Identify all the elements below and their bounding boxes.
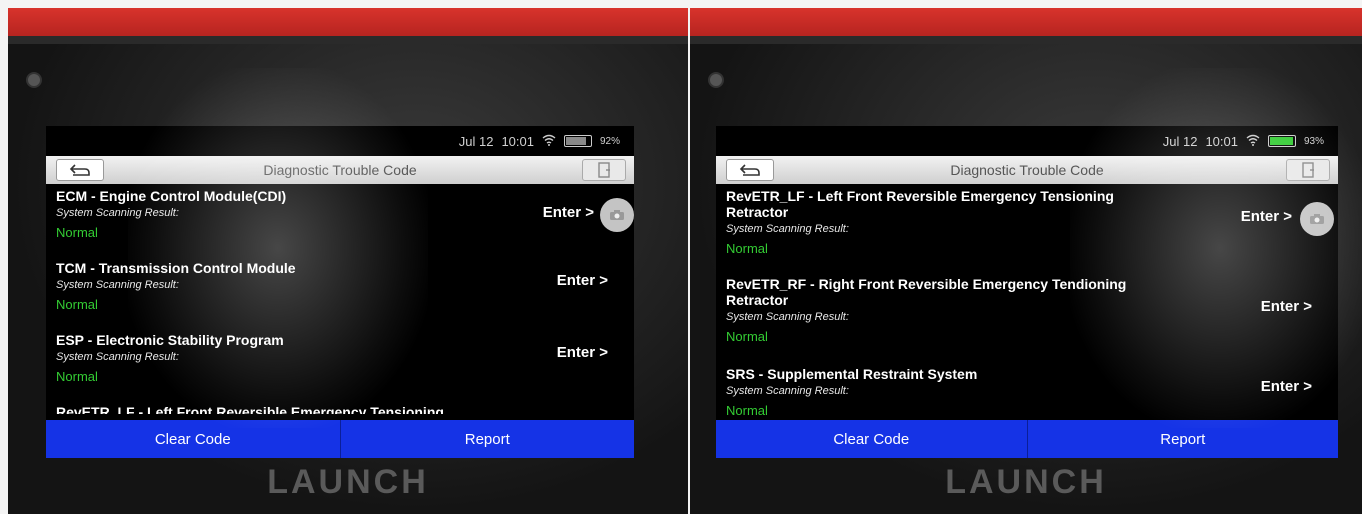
device-screen: Jul 12 10:01 92% Diagnostic Trouble Code… [46,126,634,458]
item-subtitle: System Scanning Result: [726,223,849,235]
front-camera-icon [708,72,724,88]
device-screen: Jul 12 10:01 93% Diagnostic Trouble Code… [716,126,1338,458]
title-bar: Diagnostic Trouble Code [46,156,634,184]
list-item-tcm[interactable]: TCM - Transmission Control Module System… [46,260,634,332]
right-photo: LAUNCH Jul 12 10:01 93% Diagnostic Troub… [690,8,1362,514]
list-item-srs[interactable]: SRS - Supplemental Restraint System Syst… [716,366,1338,416]
item-subtitle: System Scanning Result: [56,279,179,291]
list-item-esp[interactable]: ESP - Electronic Stability Program Syste… [46,332,634,404]
page-title: Diagnostic Trouble Code [263,162,417,178]
item-title: ECM - Engine Control Module(CDI) [56,188,287,204]
page-title: Diagnostic Trouble Code [950,162,1104,178]
brand-logo: LAUNCH [945,463,1107,501]
back-button[interactable] [56,159,104,181]
device-red-case [690,8,1362,38]
battery-level: 93% [1303,135,1324,147]
item-title: TCM - Transmission Control Module [56,260,296,276]
item-subtitle: System Scanning Result: [56,351,179,363]
status-date: Jul 12 [1162,133,1198,149]
camera-icon [1310,214,1324,224]
clear-code-button[interactable]: Clear Code [716,420,1027,458]
exit-icon [1302,162,1314,178]
item-status: Normal [726,241,768,256]
camera-icon [610,210,624,220]
item-subtitle: System Scanning Result: [726,311,849,323]
enter-button[interactable]: Enter > [1261,378,1312,395]
battery-icon [1267,135,1296,147]
item-subtitle: System Scanning Result: [726,385,849,397]
status-time: 10:01 [501,133,534,149]
screenshot-camera-button[interactable] [600,198,634,232]
module-list: ECM - Engine Control Module(CDI) System … [46,188,634,416]
back-arrow-icon [739,164,760,176]
item-status: Normal [726,329,768,344]
back-arrow-icon [69,164,90,176]
item-status: Normal [56,369,98,384]
brand-logo: LAUNCH [267,463,429,501]
wifi-icon [1246,134,1260,149]
wifi-icon [542,134,556,149]
status-date: Jul 12 [458,133,494,149]
status-bar: Jul 12 10:01 93% [1163,132,1324,150]
device-red-case [8,8,688,38]
battery-icon [563,135,592,147]
front-camera-icon [26,72,42,88]
report-button[interactable]: Report [339,420,635,458]
list-item-revetr-rf[interactable]: RevETR_RF - Right Front Reversible Emerg… [716,276,1338,366]
action-bar: Clear Code Report [46,420,634,458]
list-item-revetr-lf[interactable]: RevETR_LF - Left Front Reversible Emerge… [716,188,1338,276]
item-status: Normal [56,297,98,312]
clear-code-button[interactable]: Clear Code [46,420,340,458]
enter-button[interactable]: Enter > [543,204,594,221]
item-title: ESP - Electronic Stability Program [56,332,284,348]
back-button[interactable] [726,159,774,181]
status-time: 10:01 [1205,133,1238,149]
screenshot-camera-button[interactable] [1300,202,1334,236]
list-item-clipped[interactable]: RevETR_LF - Left Front Reversible Emerge… [46,404,634,414]
battery-level: 92% [599,135,620,147]
item-status: Normal [726,403,768,416]
item-title: RevETR_RF - Right Front Reversible Emerg… [726,276,1127,308]
item-subtitle: System Scanning Result: [56,207,179,219]
title-bar: Diagnostic Trouble Code [716,156,1338,184]
enter-button[interactable]: Enter > [1241,208,1292,225]
left-photo: LAUNCH Jul 12 10:01 92% Diagnostic Troub… [8,8,688,514]
enter-button[interactable]: Enter > [557,272,608,289]
exit-button[interactable] [582,159,626,181]
action-bar: Clear Code Report [716,420,1338,458]
item-title: RevETR_LF - Left Front Reversible Emerge… [726,188,1114,220]
exit-icon [598,162,610,178]
enter-button[interactable]: Enter > [557,344,608,361]
list-item-ecm[interactable]: ECM - Engine Control Module(CDI) System … [46,188,634,260]
item-status: Normal [56,225,98,240]
module-list: RevETR_LF - Left Front Reversible Emerge… [716,188,1338,416]
report-button[interactable]: Report [1026,420,1339,458]
exit-button[interactable] [1286,159,1330,181]
item-title: SRS - Supplemental Restraint System [726,366,978,382]
enter-button[interactable]: Enter > [1261,298,1312,315]
status-bar: Jul 12 10:01 92% [459,132,620,150]
